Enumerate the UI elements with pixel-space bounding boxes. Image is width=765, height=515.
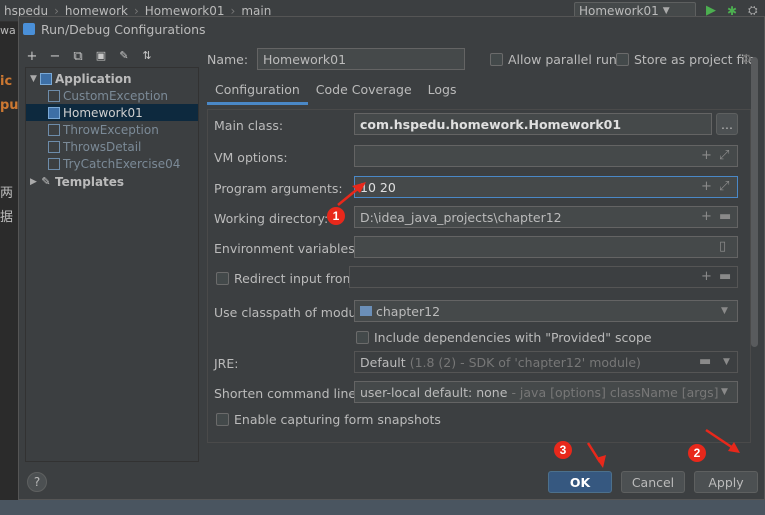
editor-text: wa: [0, 24, 16, 37]
tab-code-coverage[interactable]: Code Coverage: [308, 79, 420, 105]
tree-item-throwsdetail[interactable]: ThrowsDetail: [26, 138, 198, 155]
tab-logs[interactable]: Logs: [420, 79, 465, 105]
annotation-badge-2: 2: [688, 444, 706, 462]
wrench-icon[interactable]: ✎: [117, 49, 131, 64]
wrench-icon: ✎: [41, 174, 51, 188]
store-as-project-file-checkbox[interactable]: [616, 53, 629, 66]
shorten-command-line-label: Shorten command line:: [214, 386, 361, 401]
shorten-command-line-select[interactable]: user-local default: none - java [options…: [354, 381, 738, 403]
chevron-down-icon[interactable]: ▼: [721, 387, 728, 397]
remove-icon[interactable]: −: [48, 49, 62, 64]
sort-icon[interactable]: ⇅: [140, 49, 154, 64]
class-icon: [48, 140, 60, 153]
collapsed-arrow-icon[interactable]: ▶: [30, 177, 40, 187]
tree-item-throwexception[interactable]: ThrowException: [26, 121, 198, 138]
allow-parallel-run-checkbox[interactable]: [490, 53, 503, 66]
add-icon[interactable]: +: [701, 148, 712, 163]
enable-snapshots-label: Enable capturing form snapshots: [234, 412, 441, 427]
folder-icon[interactable]: ▬: [699, 354, 711, 369]
include-dependencies-label: Include dependencies with "Provided" sco…: [374, 330, 652, 345]
classpath-module-label: Use classpath of module:: [214, 305, 372, 320]
config-tabs: Configuration Code Coverage Logs: [207, 79, 465, 105]
editor-text: pu: [0, 98, 19, 113]
help-button[interactable]: ?: [27, 472, 47, 492]
document-icon[interactable]: ▯: [719, 239, 726, 254]
folder-icon[interactable]: ▬: [719, 209, 731, 224]
expand-icon[interactable]: ⤢: [719, 148, 729, 163]
jre-select[interactable]: Default (1.8 (2) - SDK of 'chapter12' mo…: [354, 351, 738, 373]
expanded-arrow-icon[interactable]: ▼: [30, 74, 40, 84]
ide-bottom-bar: [0, 500, 765, 515]
redirect-input-label: Redirect input from:: [234, 271, 359, 286]
main-class-input[interactable]: com.hspedu.homework.Homework01: [354, 113, 712, 135]
jre-label: JRE:: [214, 356, 239, 371]
environment-variables-input[interactable]: ▯: [354, 236, 738, 258]
program-arguments-input[interactable]: 10 20 + ⤢: [354, 176, 738, 198]
apply-button[interactable]: Apply: [694, 471, 758, 493]
vm-options-input[interactable]: + ⤢: [354, 145, 738, 167]
dialog-titlebar: Run/Debug Configurations: [19, 17, 764, 41]
tab-configuration[interactable]: Configuration: [207, 79, 308, 105]
include-dependencies-checkbox[interactable]: [356, 331, 369, 344]
class-icon: [48, 89, 60, 102]
vm-options-label: VM options:: [214, 150, 288, 165]
scrollbar[interactable]: [751, 57, 758, 347]
tree-item-templates[interactable]: ▶ ✎ Templates: [26, 173, 198, 190]
annotation-badge-1: 1: [327, 207, 345, 225]
tree-item-trycatchexercise04[interactable]: TryCatchExercise04: [26, 155, 198, 172]
chevron-down-icon[interactable]: ▼: [721, 306, 728, 316]
dialog-title: Run/Debug Configurations: [41, 21, 206, 37]
program-arguments-label: Program arguments:: [214, 181, 343, 196]
browse-main-class-button[interactable]: ...: [716, 113, 738, 135]
cancel-button[interactable]: Cancel: [621, 471, 685, 493]
add-icon[interactable]: +: [25, 49, 39, 64]
application-icon: [40, 72, 52, 85]
tree-item-homework01[interactable]: Homework01: [26, 104, 198, 121]
folder-icon[interactable]: ▬: [719, 269, 731, 284]
class-icon: [48, 123, 60, 136]
ide-editor-strip: wa ic pu 两 据: [0, 22, 19, 515]
editor-text: ic: [0, 74, 13, 89]
main-class-label: Main class:: [214, 118, 284, 133]
chevron-down-icon[interactable]: ▼: [723, 357, 730, 367]
redirect-input-checkbox[interactable]: [216, 272, 229, 285]
save-icon[interactable]: ▣: [94, 49, 108, 64]
working-directory-label: Working directory:: [214, 211, 329, 226]
name-label: Name:: [207, 52, 249, 67]
tree-item-application[interactable]: ▼ Application: [26, 70, 198, 87]
ok-button[interactable]: OK: [548, 471, 612, 493]
module-icon: [360, 306, 372, 316]
annotation-badge-3: 3: [554, 441, 572, 459]
allow-parallel-run-label: Allow parallel run: [508, 52, 617, 67]
editor-text: 两: [0, 186, 14, 201]
editor-text: 据: [0, 210, 14, 225]
working-directory-input[interactable]: D:\idea_java_projects\chapter12 + ▬: [354, 206, 738, 228]
chevron-down-icon: ▼: [662, 5, 670, 16]
intellij-icon: [23, 23, 35, 35]
tree-item-customexception[interactable]: CustomException: [26, 87, 198, 104]
classpath-module-select[interactable]: chapter12 ▼: [354, 300, 738, 322]
copy-icon[interactable]: ⧉: [71, 49, 85, 64]
store-as-project-file-label: Store as project file: [634, 52, 756, 67]
class-icon: [48, 157, 60, 170]
tree-toolbar: + − ⧉ ▣ ✎ ⇅: [25, 49, 154, 64]
redirect-input-field[interactable]: + ▬: [349, 266, 738, 288]
enable-snapshots-checkbox[interactable]: [216, 413, 229, 426]
add-icon[interactable]: +: [701, 269, 712, 284]
add-icon[interactable]: +: [701, 209, 712, 224]
add-icon[interactable]: +: [701, 179, 712, 194]
run-debug-configurations-dialog: Run/Debug Configurations + − ⧉ ▣ ✎ ⇅ ▼ A…: [18, 16, 765, 500]
configurations-tree[interactable]: ▼ Application CustomException Homework01…: [25, 67, 199, 462]
expand-icon[interactable]: ⤢: [719, 179, 729, 194]
name-input[interactable]: Homework01: [257, 48, 465, 70]
class-icon: [48, 106, 60, 119]
environment-variables-label: Environment variables:: [214, 241, 359, 256]
configuration-panel: Main class: com.hspedu.homework.Homework…: [207, 109, 751, 443]
